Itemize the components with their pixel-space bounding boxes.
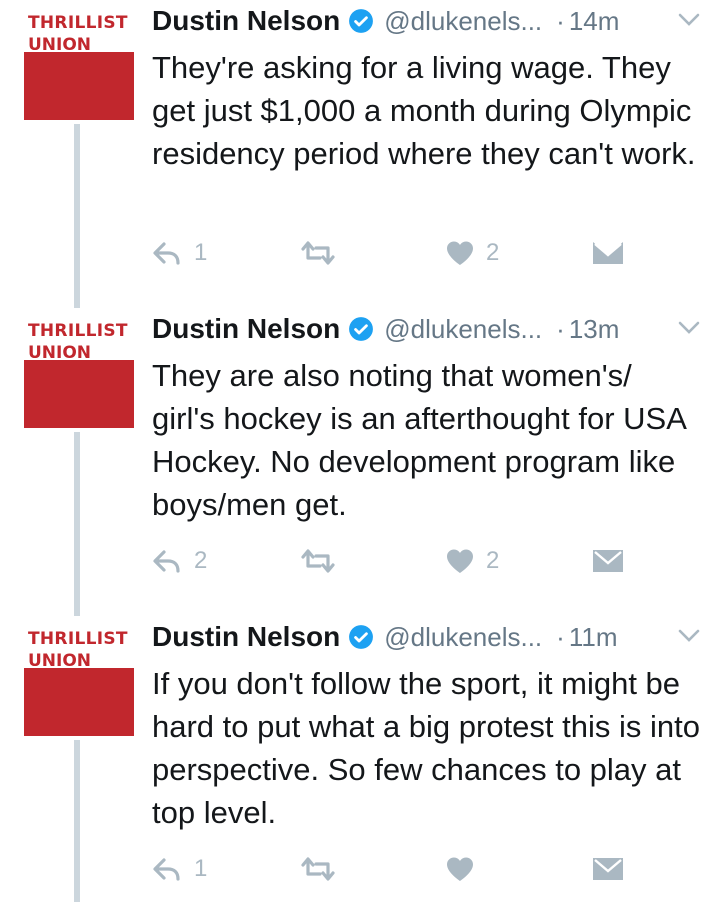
- tweet-header: Dustin Nelson @dlukenels... · 11m: [152, 616, 712, 658]
- direct-message-button[interactable]: [592, 236, 624, 270]
- author-handle[interactable]: @dlukenels...: [384, 314, 542, 345]
- heart-icon: [447, 549, 473, 573]
- avatar[interactable]: THRILLIST UNION: [24, 626, 134, 736]
- retweet-button[interactable]: [300, 852, 336, 886]
- tweet-text: If you don't follow the sport, it might …: [152, 666, 700, 830]
- retweet-icon: [301, 241, 335, 265]
- tweet-actions: 1 2: [152, 236, 632, 270]
- heart-icon: [447, 241, 473, 265]
- reply-count: 1: [194, 855, 208, 882]
- timestamp[interactable]: 13m: [569, 314, 620, 345]
- verified-badge-icon: [349, 317, 374, 341]
- reply-button[interactable]: 1: [152, 236, 207, 270]
- tweet-header: Dustin Nelson @dlukenels... · 13m: [152, 308, 712, 350]
- thread-line: [74, 740, 80, 902]
- reply-button[interactable]: 1: [152, 852, 207, 886]
- separator-dot: ·: [556, 621, 565, 652]
- thread-line: [74, 600, 80, 612]
- reply-count: 1: [194, 239, 208, 266]
- chevron-down-icon[interactable]: [678, 628, 700, 644]
- avatar-sub-text: UNION: [28, 652, 92, 669]
- thread-line: [74, 124, 80, 308]
- tweet[interactable]: THRILLIST UNION Dustin Nelson @dlukenels…: [0, 0, 720, 308]
- like-count: 2: [486, 239, 500, 266]
- chevron-down-icon[interactable]: [678, 12, 700, 28]
- like-button[interactable]: 2: [446, 544, 499, 578]
- avatar-red-block: [24, 360, 134, 428]
- avatar-sub-text: UNION: [28, 344, 92, 361]
- tweet-actions: 2 2: [152, 544, 632, 578]
- verified-badge-icon: [349, 9, 374, 33]
- tweet-text: They're asking for a living wage. They g…: [152, 50, 696, 171]
- thread-line: [74, 432, 80, 616]
- envelope-icon: [593, 242, 623, 264]
- avatar[interactable]: THRILLIST UNION: [24, 10, 134, 120]
- timestamp[interactable]: 11m: [569, 622, 618, 653]
- separator-dot: ·: [556, 5, 565, 36]
- envelope-icon: [593, 858, 623, 880]
- tweet-actions: 1: [152, 852, 632, 886]
- heart-icon: [447, 857, 473, 881]
- reply-icon: [153, 242, 180, 265]
- author-handle[interactable]: @dlukenels...: [384, 622, 542, 653]
- author-handle[interactable]: @dlukenels...: [384, 6, 542, 37]
- retweet-button[interactable]: [300, 236, 336, 270]
- avatar-sub-text: UNION: [28, 36, 92, 53]
- timestamp[interactable]: 14m: [569, 6, 620, 37]
- like-count: 2: [486, 547, 500, 574]
- avatar-brand-text: THRILLIST: [28, 13, 128, 33]
- author-name[interactable]: Dustin Nelson: [152, 621, 340, 653]
- like-button[interactable]: 2: [446, 236, 499, 270]
- thread-line: [74, 292, 80, 304]
- tweet[interactable]: THRILLIST UNION Dustin Nelson @dlukenels…: [0, 600, 720, 924]
- avatar-red-block: [24, 52, 134, 120]
- reply-count: 2: [194, 547, 208, 574]
- tweet-text: They are also noting that women's/ girl'…: [152, 358, 686, 522]
- avatar-brand-text: THRILLIST: [28, 629, 128, 649]
- envelope-icon: [593, 550, 623, 572]
- reply-icon: [153, 550, 180, 573]
- separator-dot: ·: [556, 313, 565, 344]
- tweet[interactable]: THRILLIST UNION Dustin Nelson @dlukenels…: [0, 292, 720, 616]
- avatar-brand-text: THRILLIST: [28, 321, 128, 341]
- avatar[interactable]: THRILLIST UNION: [24, 318, 134, 428]
- author-name[interactable]: Dustin Nelson: [152, 313, 340, 345]
- retweet-button[interactable]: [300, 544, 336, 578]
- tweet-header: Dustin Nelson @dlukenels... · 14m: [152, 0, 712, 42]
- chevron-down-icon[interactable]: [678, 320, 700, 336]
- reply-icon: [153, 858, 180, 881]
- reply-button[interactable]: 2: [152, 544, 207, 578]
- verified-badge-icon: [349, 625, 374, 649]
- retweet-icon: [301, 549, 335, 573]
- like-button[interactable]: [446, 852, 486, 886]
- direct-message-button[interactable]: [592, 544, 624, 578]
- author-name[interactable]: Dustin Nelson: [152, 5, 340, 37]
- avatar-red-block: [24, 668, 134, 736]
- retweet-icon: [301, 857, 335, 881]
- direct-message-button[interactable]: [592, 852, 624, 886]
